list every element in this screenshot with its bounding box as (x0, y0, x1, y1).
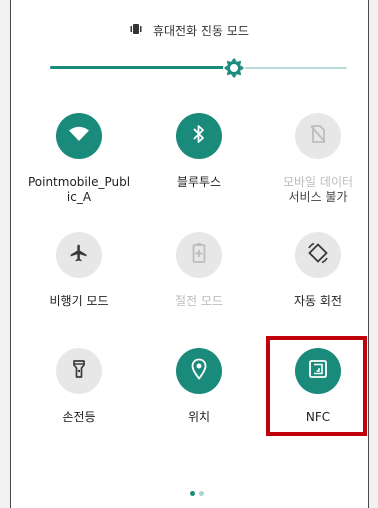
tile-mobile-data-label: 모바일 데이터 (282, 175, 354, 189)
nfc-highlight-box (266, 336, 367, 436)
tile-wifi-label-line1: Pointmobile_Publ (27, 175, 131, 189)
location-icon (191, 358, 207, 384)
bluetooth-icon (192, 124, 206, 148)
ringer-mode-text: 휴대전화 진동 모드 (152, 24, 249, 38)
auto-rotate-icon (307, 242, 329, 268)
mobile-data-toggle (295, 113, 341, 159)
no-sim-icon (309, 124, 327, 148)
tile-auto-rotate[interactable]: 자동 회전 (258, 232, 378, 309)
tile-auto-rotate-label: 자동 회전 (294, 294, 342, 308)
tile-bluetooth[interactable]: 블루투스 (139, 113, 259, 190)
bluetooth-toggle[interactable] (176, 113, 222, 159)
brightness-fill (50, 66, 235, 69)
tile-mobile-data: 모바일 데이터 서비스 불가 (258, 113, 378, 205)
tile-flashlight-label: 손전등 (62, 410, 96, 424)
page-indicator (190, 481, 208, 500)
tile-wifi-label: Pointmobile_Publ ic_A (19, 175, 139, 205)
page-dot-2[interactable] (199, 491, 204, 496)
location-toggle[interactable] (176, 348, 222, 394)
tile-airplane-label: 비행기 모드 (49, 294, 109, 308)
tile-location-label: 위치 (187, 410, 211, 424)
tile-airplane[interactable]: 비행기 모드 (19, 232, 139, 309)
airplane-icon (69, 243, 89, 267)
tile-location[interactable]: 위치 (139, 348, 259, 425)
vibrate-icon (129, 23, 143, 38)
flashlight-icon (72, 359, 86, 383)
flashlight-toggle[interactable] (56, 348, 102, 394)
tile-wifi-label-line2: ic_A (66, 190, 92, 204)
airplane-toggle[interactable] (56, 232, 102, 278)
ringer-mode-header: 휴대전화 진동 모드 (0, 22, 378, 39)
page-dot-1[interactable] (190, 491, 195, 496)
tile-mobile-data-sublabel: 서비스 불가 (288, 190, 348, 204)
battery-saver-toggle (176, 232, 222, 278)
brightness-gear-icon[interactable] (222, 56, 246, 80)
brightness-slider[interactable] (50, 56, 347, 80)
auto-rotate-toggle[interactable] (295, 232, 341, 278)
tile-bluetooth-label: 블루투스 (176, 175, 222, 189)
battery-saver-icon (192, 242, 206, 268)
left-edge (0, 0, 11, 508)
tile-battery-saver-label: 절전 모드 (175, 294, 223, 308)
tile-wifi[interactable]: Pointmobile_Publ ic_A (19, 113, 139, 205)
tile-flashlight[interactable]: 손전등 (19, 348, 139, 425)
wifi-toggle[interactable] (56, 113, 102, 159)
wifi-icon (68, 126, 90, 146)
tile-battery-saver: 절전 모드 (139, 232, 259, 309)
